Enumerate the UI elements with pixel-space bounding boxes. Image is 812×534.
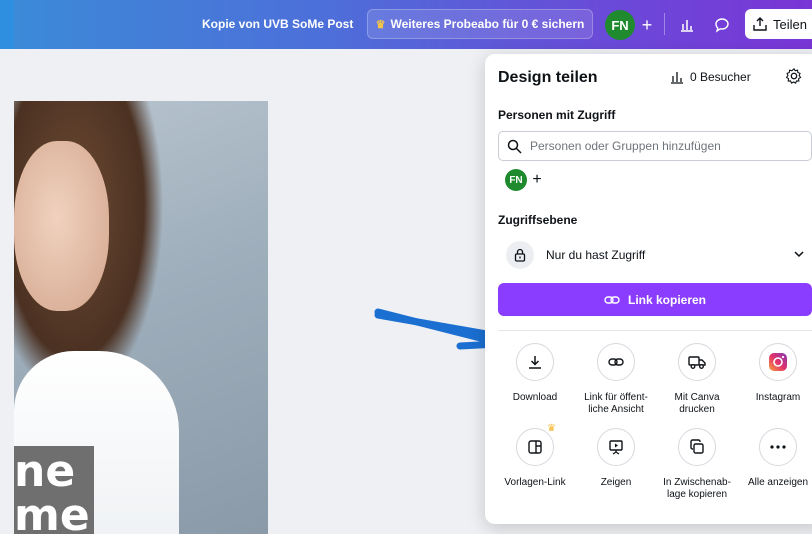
option-label: Download	[512, 392, 558, 403]
bar-chart-icon	[671, 72, 683, 84]
option-label-2: drucken	[679, 404, 715, 415]
link-icon	[597, 343, 635, 381]
download-icon	[516, 343, 554, 381]
divider	[664, 13, 665, 35]
people-search-input[interactable]: Personen oder Gruppen hinzufügen	[498, 131, 812, 161]
design-text-line-2: me	[14, 490, 90, 534]
truck-icon	[678, 343, 716, 381]
option-present[interactable]: Zeigen	[576, 428, 656, 489]
option-label: Alle anzeigen	[747, 477, 809, 488]
option-download[interactable]: Download	[495, 343, 575, 404]
settings-button[interactable]	[785, 67, 803, 90]
option-label: Link für öffent-	[584, 392, 648, 403]
access-level-label: Zugriffsebene	[498, 213, 578, 227]
comment-button[interactable]	[707, 10, 737, 40]
option-label: Zeigen	[600, 477, 632, 488]
bar-chart-icon	[681, 20, 693, 32]
option-show-all[interactable]: Alle anzeigen	[738, 428, 812, 489]
share-button-label: Teilen	[773, 16, 807, 32]
crown-icon: ♛	[375, 18, 386, 31]
copy-link-button[interactable]: Link kopieren	[498, 283, 812, 316]
access-level-dropdown[interactable]: Nur du hast Zugriff	[498, 237, 812, 273]
share-button[interactable]: Teilen	[745, 9, 812, 39]
present-icon	[597, 428, 635, 466]
option-template-link[interactable]: ♛ Vorlagen-Link	[495, 423, 575, 489]
member-avatar[interactable]: FN	[505, 169, 527, 191]
option-label: Instagram	[755, 392, 801, 403]
lock-icon	[506, 241, 534, 269]
link-icon	[604, 295, 620, 304]
gear-icon	[785, 67, 802, 84]
option-print[interactable]: Mit Canva drucken	[657, 343, 737, 416]
option-clipboard[interactable]: In Zwischenab-lage kopieren	[657, 428, 737, 501]
upload-icon	[753, 17, 767, 31]
option-label: Vorlagen-Link	[504, 477, 566, 488]
comment-icon	[715, 18, 729, 33]
user-avatar[interactable]: FN	[605, 10, 635, 40]
panel-title: Design teilen	[498, 69, 598, 86]
visitors-count: 0 Besucher	[690, 70, 751, 84]
analytics-button[interactable]	[672, 10, 702, 40]
option-public-link[interactable]: Link für öffent-liche Ansicht	[576, 343, 656, 416]
option-label-2: lage kopieren	[666, 489, 728, 500]
option-label: In Zwischenab-	[663, 477, 731, 488]
trial-button[interactable]: ♛ Weiteres Probeabo für 0 € sichern	[367, 9, 593, 39]
option-label-2: liche Ansicht	[588, 404, 644, 415]
copy-link-label: Link kopieren	[627, 292, 707, 307]
people-access-label: Personen mit Zugriff	[498, 108, 616, 122]
access-level-value: Nur du hast Zugriff	[546, 248, 646, 262]
option-instagram[interactable]: Instagram	[738, 343, 812, 404]
search-placeholder: Personen oder Gruppen hinzufügen	[530, 139, 721, 153]
more-icon	[759, 428, 797, 466]
share-panel: Design teilen 0 Besucher Personen mit Zu…	[485, 54, 812, 524]
trial-button-label: Weiteres Probeabo für 0 € sichern	[390, 17, 585, 31]
chevron-down-icon	[794, 251, 804, 258]
template-icon: ♛	[516, 423, 556, 466]
document-title[interactable]: Kopie von UVB SoMe Post	[202, 17, 353, 31]
clipboard-icon	[678, 428, 716, 466]
option-label: Mit Canva	[674, 392, 720, 403]
crown-icon: ♛	[547, 423, 556, 434]
instagram-icon	[759, 343, 797, 381]
search-icon	[507, 139, 522, 154]
top-bar-edge	[0, 0, 14, 49]
add-collaborator-button[interactable]: +	[635, 10, 659, 40]
top-bar: Kopie von UVB SoMe Post ♛ Weiteres Probe…	[0, 0, 812, 49]
design-text-block[interactable]: ne me	[14, 446, 94, 534]
add-member-button[interactable]: +	[527, 167, 547, 193]
visitors-button[interactable]: 0 Besucher	[670, 70, 751, 84]
